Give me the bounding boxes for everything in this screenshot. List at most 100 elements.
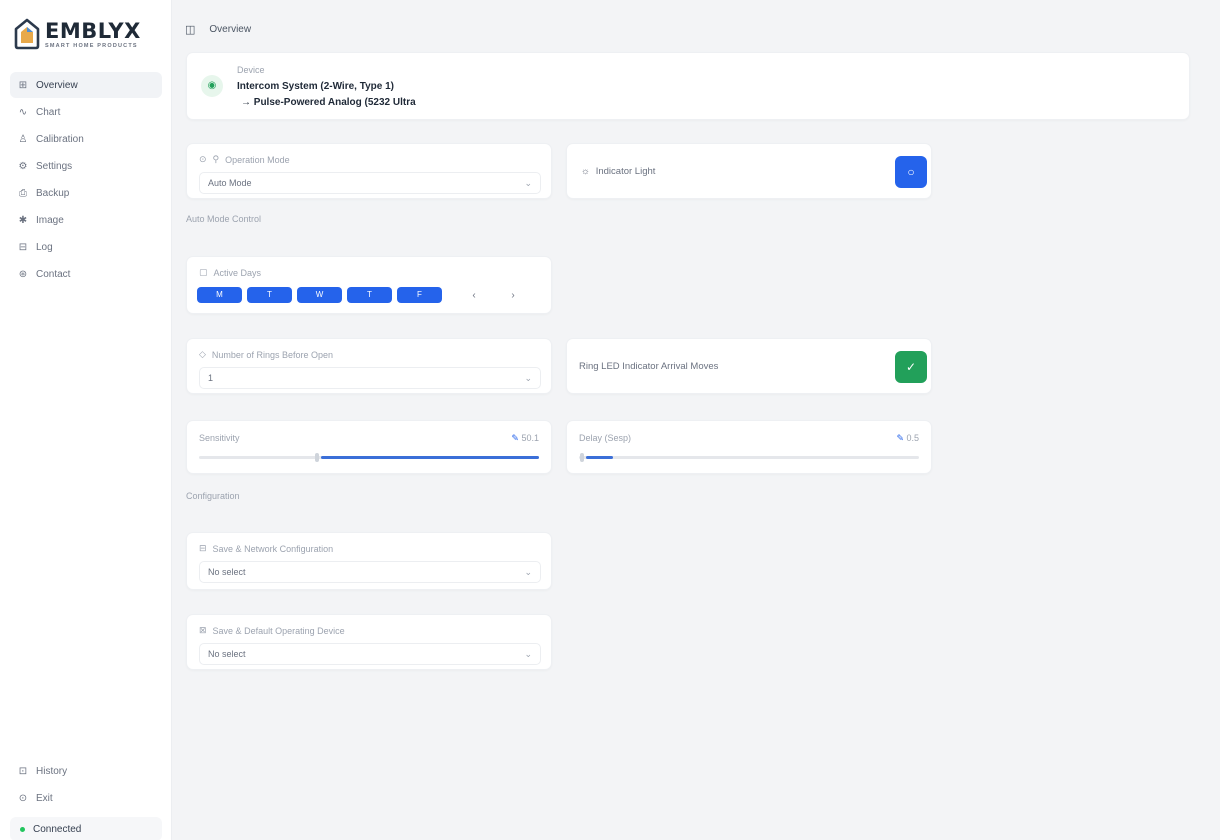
network-icon: ⊟: [199, 543, 207, 553]
sidebar-nav: ⊞ Overview ∿ Chart ♙ Calibration ⚙ Settings ⎙ Bac…: [10, 72, 162, 288]
auto-mode-section-title: Auto Mode Control: [186, 214, 262, 224]
sidebar-item-history[interactable]: ⊡ History: [10, 758, 162, 784]
day-chip[interactable]: M: [197, 287, 242, 303]
sidebar-item-image[interactable]: ✱ Image: [10, 207, 162, 233]
device-restore-label-text: Save & Default Operating Device: [212, 625, 345, 636]
image-icon: ✱: [18, 214, 28, 226]
active-days-label: ▢ Active Days: [199, 267, 261, 278]
sidebar-item-label: Contact: [36, 268, 71, 280]
house-logo-icon: [14, 18, 40, 50]
chart-icon: ∿: [18, 106, 28, 118]
indicator-light-card: ☼ Indicator Light ○: [566, 143, 932, 199]
delay-value: 0.5: [906, 433, 919, 443]
led-indicator-label: Ring LED Indicator Arrival Moves: [579, 361, 719, 372]
device-name: Intercom System (2-Wire, Type 1): [237, 81, 394, 92]
calibration-icon: ♙: [18, 133, 28, 145]
indicator-light-button[interactable]: ○: [895, 156, 927, 188]
indicator-light-label-text: Indicator Light: [595, 166, 656, 177]
delay-fill: [585, 456, 613, 459]
brand-name: EMBLYX: [45, 18, 141, 43]
network-config-label-text: Save & Network Configuration: [212, 543, 334, 554]
sensitivity-fill: [321, 456, 539, 459]
sidebar-item-label: Settings: [36, 160, 73, 172]
operation-mode-card: ⊙ ⚲ Operation Mode Auto Mode ⌄: [186, 143, 552, 199]
rings-select[interactable]: 1 ⌄: [199, 367, 541, 389]
log-icon: ⊟: [18, 241, 28, 253]
settings-icon: ⚙: [18, 160, 28, 172]
topbar: ◫ Overview: [185, 20, 251, 38]
mode-sub-icon: ⚲: [212, 154, 220, 164]
configuration-section-title: Configuration: [186, 491, 240, 501]
sidebar-item-label: Image: [36, 214, 64, 226]
chevron-down-icon: ⌄: [524, 649, 532, 659]
network-config-card: ⊟ Save & Network Configuration No select…: [186, 532, 552, 590]
sidebar-item-label: Calibration: [36, 133, 84, 145]
device-status-icon: ◉: [201, 75, 223, 97]
sidebar-item-settings[interactable]: ⚙ Settings: [10, 153, 162, 179]
device-target: → Pulse-Powered Analog (5232 Ultra: [241, 97, 416, 108]
sidebar-item-overview[interactable]: ⊞ Overview: [10, 72, 162, 98]
rings-card: ◇ Number of Rings Before Open 1 ⌄: [186, 338, 552, 394]
brand-tagline: SMART HOME PRODUCTS: [45, 42, 138, 49]
sidebar-bottom: ⊡ History ⊙ Exit Connected: [10, 758, 162, 840]
day-chip[interactable]: T: [347, 287, 392, 303]
sidebar-item-label: Backup: [36, 187, 70, 199]
device-restore-label: ⊠ Save & Default Operating Device: [199, 625, 345, 636]
sidebar-item-log[interactable]: ⊟ Log: [10, 234, 162, 260]
pager-next-button[interactable]: ›: [506, 290, 520, 301]
operation-mode-label: ⊙ ⚲ Operation Mode: [199, 154, 290, 165]
active-days-label-text: Active Days: [213, 267, 262, 278]
bell-icon: ◇: [199, 349, 206, 359]
active-days-card: ▢ Active Days M T W T F ‹ ›: [186, 256, 552, 314]
chevron-down-icon: ⌄: [524, 567, 532, 577]
device-restore-card: ⊠ Save & Default Operating Device No sel…: [186, 614, 552, 670]
delay-thumb[interactable]: [579, 453, 584, 462]
power-icon: ○: [907, 165, 915, 179]
rings-label-text: Number of Rings Before Open: [211, 349, 333, 360]
sensitivity-header: Sensitivity ✎ 50.1: [199, 433, 539, 444]
backup-icon: ⎙: [19, 187, 27, 199]
day-chip[interactable]: W: [297, 287, 342, 303]
sidebar-item-contact[interactable]: ⊛ Contact: [10, 261, 162, 287]
restore-icon: ⊠: [199, 625, 207, 635]
rings-label: ◇ Number of Rings Before Open: [199, 349, 333, 360]
chevron-down-icon: ⌄: [524, 373, 532, 383]
operation-mode-value: Auto Mode: [208, 178, 252, 188]
contact-icon: ⊛: [18, 268, 28, 280]
sidebar-item-label: History: [36, 765, 68, 777]
sidebar-item-label: Chart: [36, 106, 61, 118]
history-icon: ⊡: [18, 765, 28, 777]
sidebar-item-chart[interactable]: ∿ Chart: [10, 99, 162, 125]
chevron-down-icon: ⌄: [524, 178, 532, 188]
sensitivity-thumb[interactable]: [315, 453, 320, 462]
delay-readout: ✎ 0.5: [896, 433, 919, 444]
day-chips: M T W T F ‹ ›: [197, 287, 520, 303]
edit-icon: ✎: [511, 433, 522, 443]
led-indicator-card: Ring LED Indicator Arrival Moves ✓: [566, 338, 932, 394]
sensitivity-value: 50.1: [521, 433, 539, 443]
sensitivity-card: Sensitivity ✎ 50.1: [186, 420, 552, 474]
led-indicator-toggle[interactable]: ✓: [895, 351, 927, 383]
status-label: Connected: [33, 823, 82, 835]
sensitivity-slider[interactable]: [199, 453, 539, 462]
delay-slider[interactable]: [579, 453, 919, 462]
connection-status: Connected: [10, 817, 162, 840]
device-restore-select[interactable]: No select ⌄: [199, 643, 541, 665]
operation-mode-select[interactable]: Auto Mode ⌄: [199, 172, 541, 194]
device-card: ◉ Device Intercom System (2-Wire, Type 1…: [186, 52, 1190, 120]
sidebar-item-label: Exit: [36, 792, 53, 804]
brand-logo[interactable]: EMBLYX SMART HOME PRODUCTS: [14, 18, 141, 50]
sidebar-item-backup[interactable]: ⎙ Backup: [10, 180, 162, 206]
network-config-select[interactable]: No select ⌄: [199, 561, 541, 583]
edit-icon: ✎: [896, 433, 907, 443]
sidebar-item-calibration[interactable]: ♙ Calibration: [10, 126, 162, 152]
sidebar-item-label: Overview: [36, 79, 78, 91]
delay-label: Delay (Sesp): [579, 433, 632, 443]
pager-prev-button[interactable]: ‹: [467, 290, 481, 301]
sidebar-toggle-icon[interactable]: ◫: [185, 23, 195, 36]
day-chip[interactable]: T: [247, 287, 292, 303]
day-chip[interactable]: F: [397, 287, 442, 303]
sensitivity-label: Sensitivity: [199, 433, 240, 443]
device-label: Device: [237, 65, 265, 75]
sidebar-item-exit[interactable]: ⊙ Exit: [10, 785, 162, 811]
